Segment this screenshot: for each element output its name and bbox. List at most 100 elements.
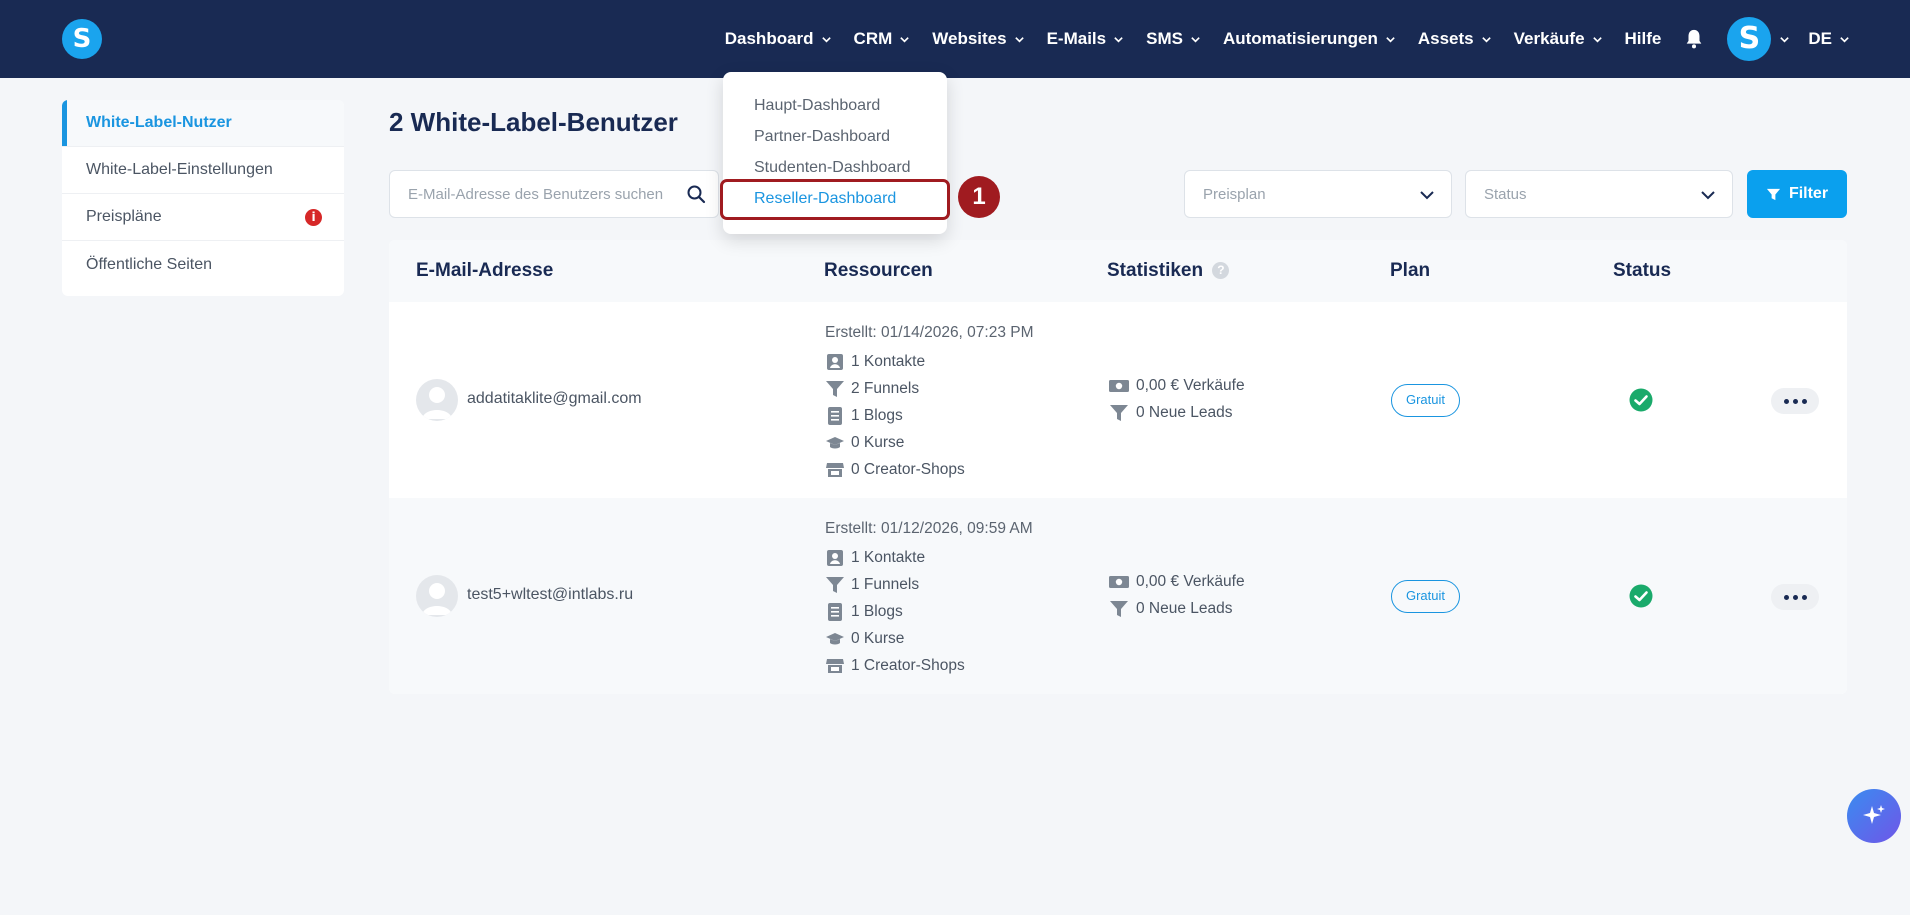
nav-emails[interactable]: E-Mails	[1047, 29, 1125, 49]
store-icon	[826, 462, 844, 477]
nav-label: SMS	[1146, 29, 1183, 48]
info-warning-icon: i	[305, 209, 322, 226]
resource-contacts: 1 Kontakte	[825, 544, 1033, 571]
user-avatar[interactable]: S	[1727, 17, 1772, 61]
column-header-email: E-Mail-Adresse	[416, 260, 554, 281]
resource-value: 0 Kurse	[851, 433, 905, 451]
resource-value: 0 Creator-Shops	[851, 460, 965, 478]
more-dot	[1792, 398, 1798, 404]
column-header-statistics: Statistiken ?	[1107, 260, 1230, 282]
user-email: addatitaklite@gmail.com	[467, 390, 642, 407]
stat-value: 0 Neue Leads	[1136, 599, 1233, 617]
sidebar-item-price-plans[interactable]: Preispläne i	[62, 194, 344, 241]
nav-help[interactable]: Hilfe	[1625, 29, 1662, 49]
created-date: Erstellt: 01/12/2026, 09:59 AM	[825, 520, 1033, 537]
help-icon[interactable]: ?	[1212, 262, 1230, 279]
stat-leads: 0 Neue Leads	[1108, 595, 1245, 622]
graduation-cap-icon	[826, 632, 844, 644]
check-circle-icon	[1629, 584, 1653, 608]
nav-label: CRM	[853, 29, 893, 48]
nav-automations[interactable]: Automatisierungen	[1223, 29, 1396, 49]
row-more-button[interactable]	[1771, 388, 1819, 414]
funnel-icon	[1110, 600, 1128, 617]
avatar	[416, 575, 458, 617]
chevron-down-icon[interactable]	[1779, 34, 1790, 45]
nav-label: Dashboard	[724, 29, 814, 48]
avatar	[416, 379, 458, 421]
column-header-resources: Ressourcen	[824, 260, 933, 281]
nav-dashboard[interactable]: Dashboard	[725, 29, 832, 49]
nav-sms[interactable]: SMS	[1146, 29, 1201, 49]
status-placeholder: Status	[1484, 185, 1527, 203]
resource-shops: 0 Creator-Shops	[825, 456, 1034, 483]
row-more-button[interactable]	[1771, 584, 1819, 610]
table-row: test5+wltest@intlabs.ru Erstellt: 01/12/…	[389, 498, 1847, 694]
resource-funnels: 1 Funnels	[825, 571, 1033, 598]
chevron-down-icon	[821, 36, 831, 43]
nav-crm[interactable]: CRM	[854, 29, 911, 49]
funnel-icon	[1110, 404, 1128, 421]
nav-label: E-Mails	[1046, 29, 1107, 48]
status-select[interactable]: Status	[1465, 170, 1733, 218]
resource-contacts: 1 Kontakte	[825, 348, 1034, 375]
price-plan-select[interactable]: Preisplan	[1184, 170, 1452, 218]
filter-button[interactable]: Filter	[1747, 170, 1847, 218]
chevron-down-icon	[1840, 36, 1849, 43]
stat-sales: 0,00 € Verkäufe	[1108, 372, 1245, 399]
nav-label: Websites	[932, 29, 1007, 48]
funnel-icon	[826, 380, 844, 397]
nav-label: Verkäufe	[1513, 29, 1585, 48]
resource-value: 1 Kontakte	[851, 352, 926, 370]
menu-item-partner-dashboard[interactable]: Partner-Dashboard	[723, 121, 947, 152]
chevron-down-icon	[1481, 36, 1491, 43]
search-icon[interactable]	[686, 184, 706, 204]
contact-card-icon	[827, 549, 843, 566]
sidebar-item-public-pages[interactable]: Öffentliche Seiten	[62, 241, 344, 288]
brand-logo[interactable]: S	[62, 19, 102, 59]
search-field	[389, 170, 719, 218]
sidebar-item-white-label-users[interactable]: White-Label-Nutzer	[62, 100, 344, 147]
resource-value: 2 Funnels	[851, 379, 920, 397]
money-icon	[1109, 379, 1129, 392]
resource-value: 1 Blogs	[851, 602, 903, 620]
menu-item-main-dashboard[interactable]: Haupt-Dashboard	[723, 90, 947, 121]
chevron-down-icon	[1014, 36, 1024, 43]
resource-value: 1 Creator-Shops	[851, 656, 965, 674]
sidebar-item-white-label-settings[interactable]: White-Label-Einstellungen	[62, 147, 344, 194]
page-title: 2 White-Label-Benutzer	[389, 107, 678, 137]
nav-sales[interactable]: Verkäufe	[1514, 29, 1603, 49]
store-icon	[826, 658, 844, 673]
resource-value: 1 Funnels	[851, 575, 920, 593]
plan-badge: Gratuit	[1391, 580, 1460, 613]
bell-icon[interactable]	[1683, 28, 1705, 50]
search-input[interactable]	[408, 185, 678, 203]
resource-value: 0 Kurse	[851, 629, 905, 647]
table-header: E-Mail-Adresse Ressourcen Statistiken ? …	[389, 240, 1847, 302]
nav-websites[interactable]: Websites	[932, 29, 1024, 49]
document-icon	[828, 406, 842, 425]
nav-label: Assets	[1417, 29, 1474, 48]
resource-value: 1 Kontakte	[851, 548, 926, 566]
chevron-down-icon	[1420, 191, 1434, 200]
step-badge: 1	[958, 176, 1000, 218]
statistics-cell: 0,00 € Verkäufe 0 Neue Leads	[1108, 568, 1245, 622]
more-dot	[1783, 594, 1789, 600]
sidebar-item-label: White-Label-Nutzer	[86, 114, 232, 131]
nav-assets[interactable]: Assets	[1418, 29, 1492, 49]
funnel-icon	[826, 576, 844, 593]
filter-icon	[1766, 188, 1780, 200]
users-table: E-Mail-Adresse Ressourcen Statistiken ? …	[389, 240, 1847, 694]
ai-assistant-button[interactable]	[1847, 789, 1901, 843]
resource-blogs: 1 Blogs	[825, 598, 1033, 625]
document-icon	[828, 602, 842, 621]
top-navigation-bar: S Dashboard CRM Websites E-Mails SMS Aut…	[0, 0, 1910, 78]
sidebar-item-label: Preispläne	[86, 208, 162, 225]
filter-label: Filter	[1788, 185, 1829, 202]
plan-badge: Gratuit	[1391, 384, 1460, 417]
created-date: Erstellt: 01/14/2026, 07:23 PM	[825, 324, 1034, 341]
more-dot	[1801, 398, 1807, 404]
graduation-cap-icon	[826, 436, 844, 448]
language-selector[interactable]: DE	[1808, 29, 1850, 49]
resource-funnels: 2 Funnels	[825, 375, 1034, 402]
chevron-down-icon	[1701, 191, 1715, 200]
